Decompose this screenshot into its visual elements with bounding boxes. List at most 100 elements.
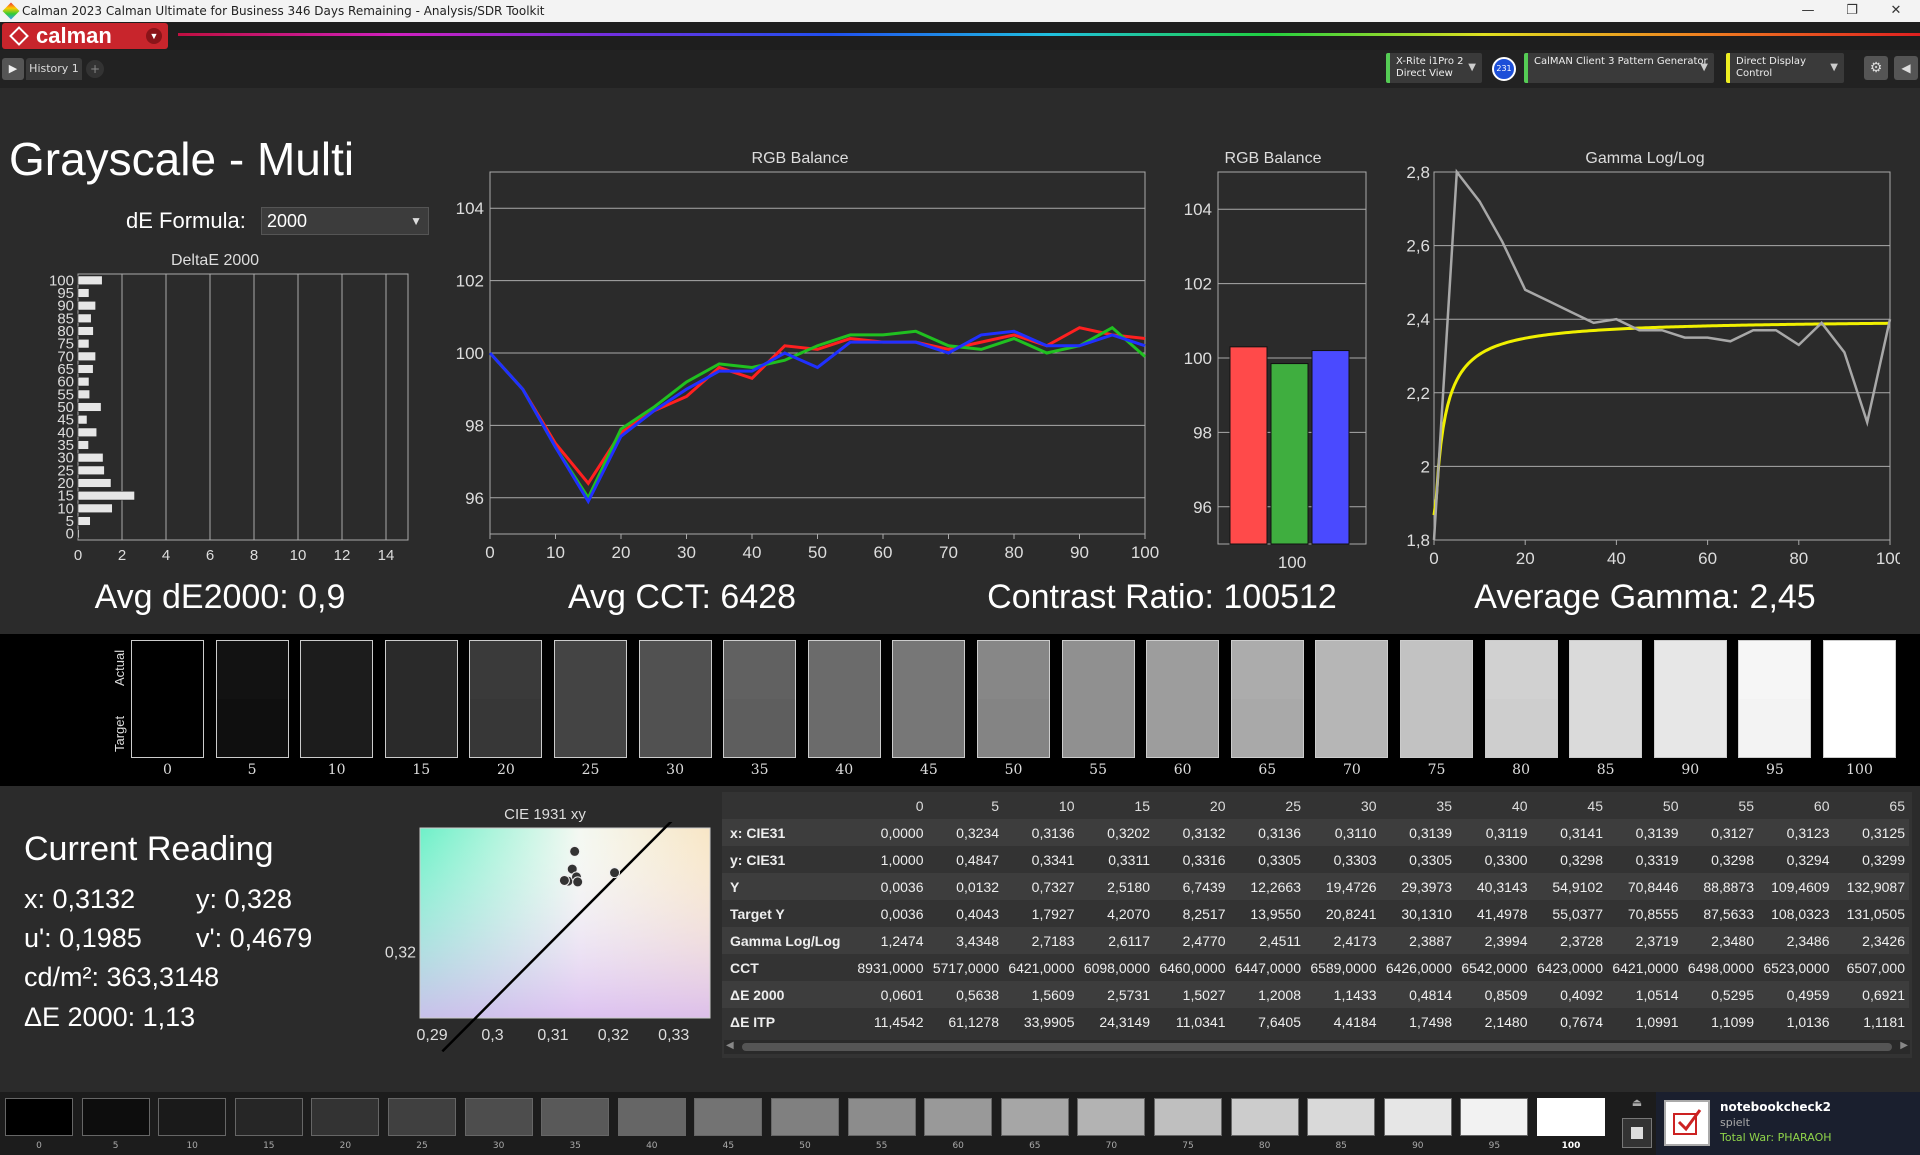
- table-cell: 30,1310: [1401, 905, 1452, 922]
- table-row[interactable]: Gamma Log/Log 1,2474 3,4348 2,7183 2,6117 2,4…: [722, 927, 1909, 954]
- patch-button[interactable]: [617, 1098, 686, 1136]
- minimize-button[interactable]: —: [1786, 0, 1830, 22]
- patch-button[interactable]: [1460, 1098, 1529, 1136]
- table-cell: 2,4511: [1229, 927, 1305, 954]
- grayscale-swatch[interactable]: [1315, 640, 1389, 758]
- patch-button[interactable]: [771, 1098, 839, 1136]
- grayscale-swatch[interactable]: [1823, 640, 1896, 758]
- eject-icon[interactable]: ⏏: [1622, 1096, 1652, 1114]
- patch-button[interactable]: [1230, 1098, 1299, 1136]
- patch-button[interactable]: [694, 1098, 763, 1136]
- patch-button[interactable]: [847, 1098, 916, 1136]
- grayscale-swatch[interactable]: [1061, 640, 1135, 758]
- calman-diamond-icon: [9, 26, 29, 46]
- close-button[interactable]: ✕: [1874, 0, 1918, 22]
- grayscale-swatch[interactable]: [469, 640, 543, 758]
- grayscale-swatch[interactable]: [215, 640, 289, 758]
- table-cell: 0,7674: [1560, 1013, 1603, 1030]
- gear-icon[interactable]: ⚙: [1864, 56, 1888, 80]
- grayscale-swatch[interactable]: [554, 640, 627, 758]
- swatch-actual: [893, 641, 965, 699]
- patch-button[interactable]: [1077, 1098, 1146, 1136]
- rgb-balance-line-chart: 96 98 100 102 104 0 10 20 30 40 50 60 70 80 90 100: [456, 171, 1159, 562]
- deltae-bar: [77, 288, 90, 298]
- swatch-target: [555, 699, 626, 757]
- table-cell: 0,3298: [1560, 851, 1603, 868]
- swatch-actual: [470, 641, 542, 699]
- deltae-bar: [77, 364, 94, 374]
- grayscale-swatch[interactable]: [384, 640, 458, 758]
- grayscale-swatch[interactable]: [1146, 640, 1220, 758]
- patch-button[interactable]: [1383, 1098, 1452, 1136]
- deltae-xtick: 10: [290, 547, 307, 564]
- stop-button[interactable]: [1622, 1118, 1652, 1148]
- de-formula-select[interactable]: 2000 ▼: [261, 207, 429, 235]
- patch-level-label: 20: [339, 1141, 352, 1151]
- grayscale-swatch[interactable]: [807, 640, 881, 758]
- cie-ytick: 0,32: [385, 944, 416, 961]
- grayscale-swatch[interactable]: [1738, 640, 1812, 758]
- table-row[interactable]: ΔE ITP 11,4542 61,1278 33,9905 24,3149 11,034…: [722, 1008, 1909, 1035]
- patch-button[interactable]: [388, 1098, 456, 1136]
- patch-button[interactable]: [311, 1098, 380, 1136]
- grayscale-swatch[interactable]: [892, 640, 966, 758]
- grayscale-swatch[interactable]: [1230, 640, 1304, 758]
- add-tab-button[interactable]: +: [86, 60, 104, 78]
- patch-button[interactable]: [924, 1098, 993, 1136]
- table-cell: 6421,0000: [1008, 959, 1075, 976]
- table-header-cell: 10: [1058, 797, 1075, 814]
- patch-button[interactable]: [234, 1098, 303, 1136]
- cie-xtick: 0,32: [598, 1027, 629, 1044]
- reading-x: x: 0,3132: [24, 884, 136, 914]
- gamma-ytick: 2,8: [1406, 166, 1430, 182]
- grayscale-swatch[interactable]: [977, 640, 1050, 758]
- grayscale-swatch[interactable]: [131, 640, 204, 758]
- deltae-bar: [77, 402, 102, 412]
- table-row[interactable]: x: CIE31 0,0000 0,3234 0,3136 0,3202 0,3132 0,…: [722, 819, 1909, 846]
- steam-notification[interactable]: notebookcheck2 spielt Total War: PHARAOH: [1656, 1092, 1920, 1155]
- gamma-ytick: 2,4: [1406, 310, 1430, 329]
- table-cell: 2,4173: [1305, 927, 1381, 954]
- collapse-icon[interactable]: ◀: [1894, 56, 1918, 80]
- scroll-right-icon[interactable]: ▶: [1900, 1040, 1908, 1051]
- swatch-actual: [1401, 641, 1472, 699]
- deltae-xtick: 6: [206, 547, 214, 564]
- scroll-left-icon[interactable]: ◀: [726, 1040, 734, 1051]
- probe-badge[interactable]: 231: [1492, 57, 1516, 81]
- table-row[interactable]: Target Y 0,0036 0,4043 1,7927 4,2070 8,2517 13…: [722, 900, 1909, 927]
- patch-button[interactable]: [5, 1098, 73, 1136]
- probe-selector[interactable]: X-Rite i1Pro 2 Direct View ▼: [1386, 53, 1482, 83]
- patch-button[interactable]: [81, 1098, 150, 1136]
- patch-button[interactable]: [1537, 1098, 1605, 1136]
- patch-button[interactable]: [1307, 1098, 1376, 1136]
- calman-logo-menu[interactable]: calman ▼: [2, 23, 168, 49]
- table-row[interactable]: y: CIE31 1,0000 0,4847 0,3341 0,3311 0,3316 0,…: [722, 846, 1909, 873]
- grayscale-swatch[interactable]: [1569, 640, 1643, 758]
- patch-button[interactable]: [464, 1098, 533, 1136]
- grayscale-swatch[interactable]: [1653, 640, 1727, 758]
- table-horizontal-scrollbar[interactable]: ◀ ▶: [724, 1040, 1910, 1054]
- table-row[interactable]: CCT 8931,0000 5717,0000 6421,0000 6098,0000 6…: [722, 954, 1909, 981]
- patch-level-label: 80: [1258, 1141, 1271, 1151]
- table-cell: 0,3311: [1108, 851, 1150, 868]
- grayscale-swatch[interactable]: [723, 640, 797, 758]
- table-row[interactable]: ΔE 2000 0,0601 0,5638 1,5609 2,5731 1,5027 1,2…: [722, 981, 1909, 1008]
- table-row[interactable]: Y 0,0036 0,0132 0,7327 2,5180 6,7439 12,2663 19…: [722, 873, 1909, 900]
- chevron-down-icon: ▼: [410, 214, 422, 228]
- restore-button[interactable]: ❐: [1830, 0, 1874, 22]
- scrollbar-thumb[interactable]: [742, 1043, 1892, 1051]
- tab-history-1[interactable]: History 1: [26, 58, 82, 80]
- patch-button[interactable]: [1000, 1098, 1069, 1136]
- patch-button[interactable]: [541, 1098, 610, 1136]
- grayscale-swatch[interactable]: [1484, 640, 1558, 758]
- grayscale-swatch[interactable]: [300, 640, 374, 758]
- grayscale-swatch[interactable]: [638, 640, 712, 758]
- display-control-selector[interactable]: Direct Display Control ▼: [1726, 53, 1844, 83]
- patch-button[interactable]: [1154, 1098, 1222, 1136]
- table-cell: 0,0000: [852, 819, 928, 846]
- play-icon[interactable]: ▶: [2, 58, 24, 80]
- pattern-generator-selector[interactable]: CalMAN Client 3 Pattern Generator ▼: [1524, 53, 1714, 83]
- patch-button[interactable]: [158, 1098, 227, 1136]
- grayscale-swatch[interactable]: [1400, 640, 1473, 758]
- cie-xy-chart: 0,290,30,310,320,330,320,34: [385, 822, 711, 1052]
